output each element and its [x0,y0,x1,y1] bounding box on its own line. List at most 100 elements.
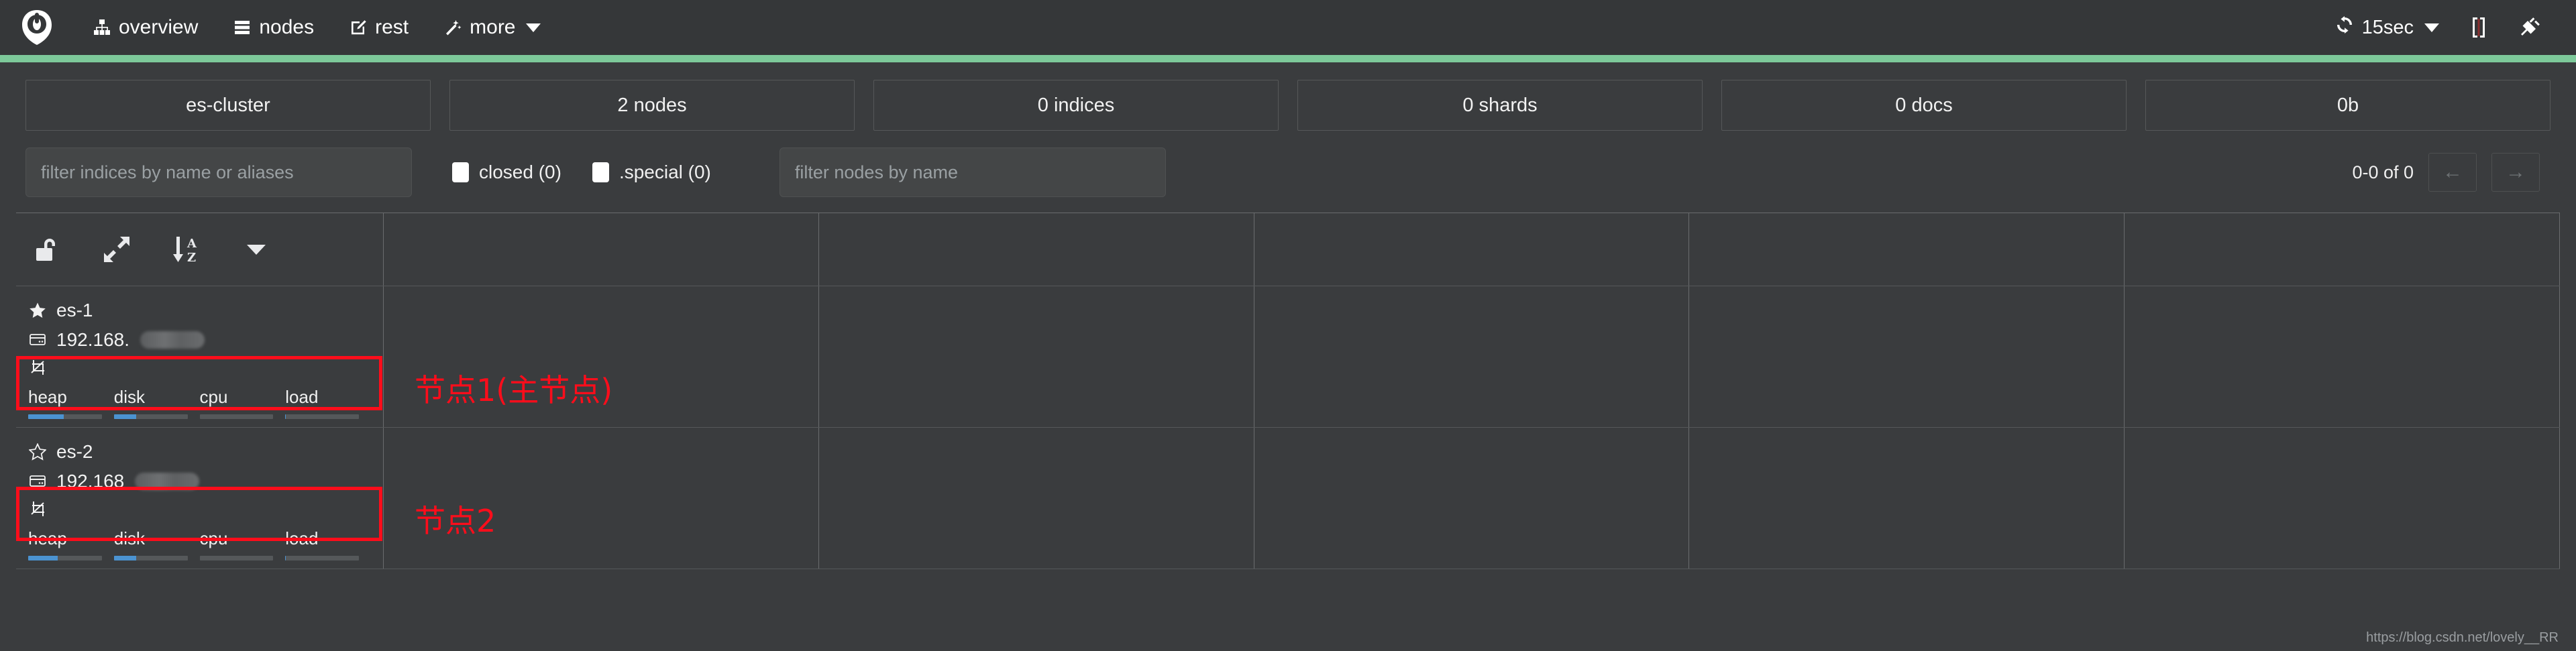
indices-nodes-grid: A Z es-1 192.168. heap disk cpu load es-… [16,213,2560,569]
cerebro-logo-icon[interactable] [17,8,56,47]
node-name-line: es-1 [28,296,371,325]
metric-label: cpu [199,528,228,548]
closed-indices-checkbox[interactable]: closed (0) [452,162,561,183]
node-cell-es-2[interactable]: es-2 192.168 heap disk cpu load [16,428,384,569]
master-eligible-icon [30,500,47,521]
node-roles-line [28,496,371,524]
grid-header-tools-cell: A Z [16,213,384,286]
stat-docs-count: 0 docs [1721,80,2127,131]
unlock-icon[interactable] [31,232,63,267]
server-icon [28,331,47,349]
stat-value: es-cluster [186,94,270,116]
node-name: es-2 [56,441,93,462]
grid-header-row: A Z [16,213,2560,286]
metric-fill [113,414,136,419]
grid-cell [1689,286,2125,427]
metric-cpu: cpu [199,528,286,560]
special-indices-checkbox[interactable]: .special (0) [592,162,711,183]
grid-cell [819,286,1254,427]
grid-toolbar: A Z [16,213,383,286]
stat-value: 2 nodes [617,94,687,116]
metric-track [285,414,359,419]
grid-header-col-1 [384,213,819,286]
chevron-down-icon [2424,23,2439,32]
metric-cpu: cpu [199,387,286,419]
stat-nodes-count: 2 nodes [449,80,855,131]
node-name: es-1 [56,300,93,320]
chevron-down-icon [525,23,541,32]
grid-header-col-5 [2125,213,2560,286]
table-row: es-1 192.168. heap disk cpu load [16,286,2560,428]
nav-item-nodes[interactable]: nodes [215,0,331,55]
stat-value: 0 shards [1462,94,1538,116]
filters-row: closed (0) .special (0) 0-0 of 0 ← → [0,131,2576,198]
metric-fill [28,414,64,419]
sitemap-icon [93,18,111,37]
checkbox-icon[interactable] [592,162,609,182]
stat-value: 0b [2337,94,2359,116]
nodes-filter-input[interactable] [779,147,1166,197]
refresh-interval-label: 15sec [2361,16,2414,38]
grid-cell [2125,286,2560,427]
metric-track [28,414,102,419]
expand-arrows-icon[interactable] [101,232,133,267]
metric-heap: heap [28,387,114,419]
refresh-interval-selector[interactable]: 15sec [2320,0,2454,55]
sort-alpha-down-icon[interactable]: A Z [170,232,203,267]
metric-track [285,556,359,560]
magic-wand-icon [443,18,462,37]
nav-item-rest[interactable]: rest [331,0,426,55]
nav-item-more[interactable]: more [426,0,557,55]
indices-filter-cell [16,147,421,197]
caret-down-icon[interactable] [240,232,272,267]
checkbox-icon[interactable] [452,162,469,182]
node-ip: 192.168 [56,471,125,491]
grid-cell [1254,286,1690,427]
node-ip-line: 192.168 [28,467,371,496]
metric-track [199,414,274,419]
stat-store-size: 0b [2145,80,2551,131]
node-roles-line [28,355,371,383]
pagination-next-button[interactable]: → [2491,153,2540,192]
master-eligible-icon [30,359,47,379]
edit-square-icon [349,18,368,37]
nav-items: overview nodes rest more [75,0,558,55]
cluster-stats-row: es-cluster 2 nodes 0 indices 0 shards 0 … [0,62,2576,131]
metric-label: heap [28,528,67,548]
metric-fill [113,556,136,560]
nav-label-rest: rest [375,16,409,38]
svg-text:A: A [186,237,197,251]
watermark: https://blog.csdn.net/lovely__RR [2366,630,2559,645]
node-name-line: es-2 [28,437,371,467]
nav-label-overview: overview [119,16,199,38]
metric-track [113,414,188,419]
navbar-right: 15sec [2320,0,2553,55]
grid-cell [384,286,819,427]
nav-item-overview[interactable]: overview [75,0,215,55]
closed-label: closed (0) [479,162,561,182]
indices-filter-input[interactable] [25,147,412,197]
grid-cell [819,428,1254,569]
stat-cluster-name: es-cluster [25,80,431,131]
star-outline-icon[interactable] [28,442,47,461]
node-ip-line: 192.168. [28,325,371,355]
pagination-prev-button[interactable]: ← [2428,153,2477,192]
plug-disconnect-icon[interactable] [2504,0,2553,55]
server-stack-icon [233,18,252,37]
metric-label: disk [113,528,145,548]
grid-cell [2125,428,2560,569]
metric-disk: disk [113,528,200,560]
star-filled-icon[interactable] [28,301,47,320]
arrow-right-icon: → [2506,161,2526,183]
brackets-icon[interactable] [2454,0,2504,55]
metric-track [113,556,188,560]
node-metrics: heap disk cpu load [28,528,371,560]
node-cell-es-1[interactable]: es-1 192.168. heap disk cpu load [16,286,384,427]
metric-track [199,556,274,560]
metric-label: heap [28,387,67,407]
grid-cell [384,428,819,569]
stat-indices-count: 0 indices [873,80,1279,131]
metric-fill [28,556,58,560]
refresh-icon [2335,15,2354,40]
special-label: .special (0) [619,162,711,182]
